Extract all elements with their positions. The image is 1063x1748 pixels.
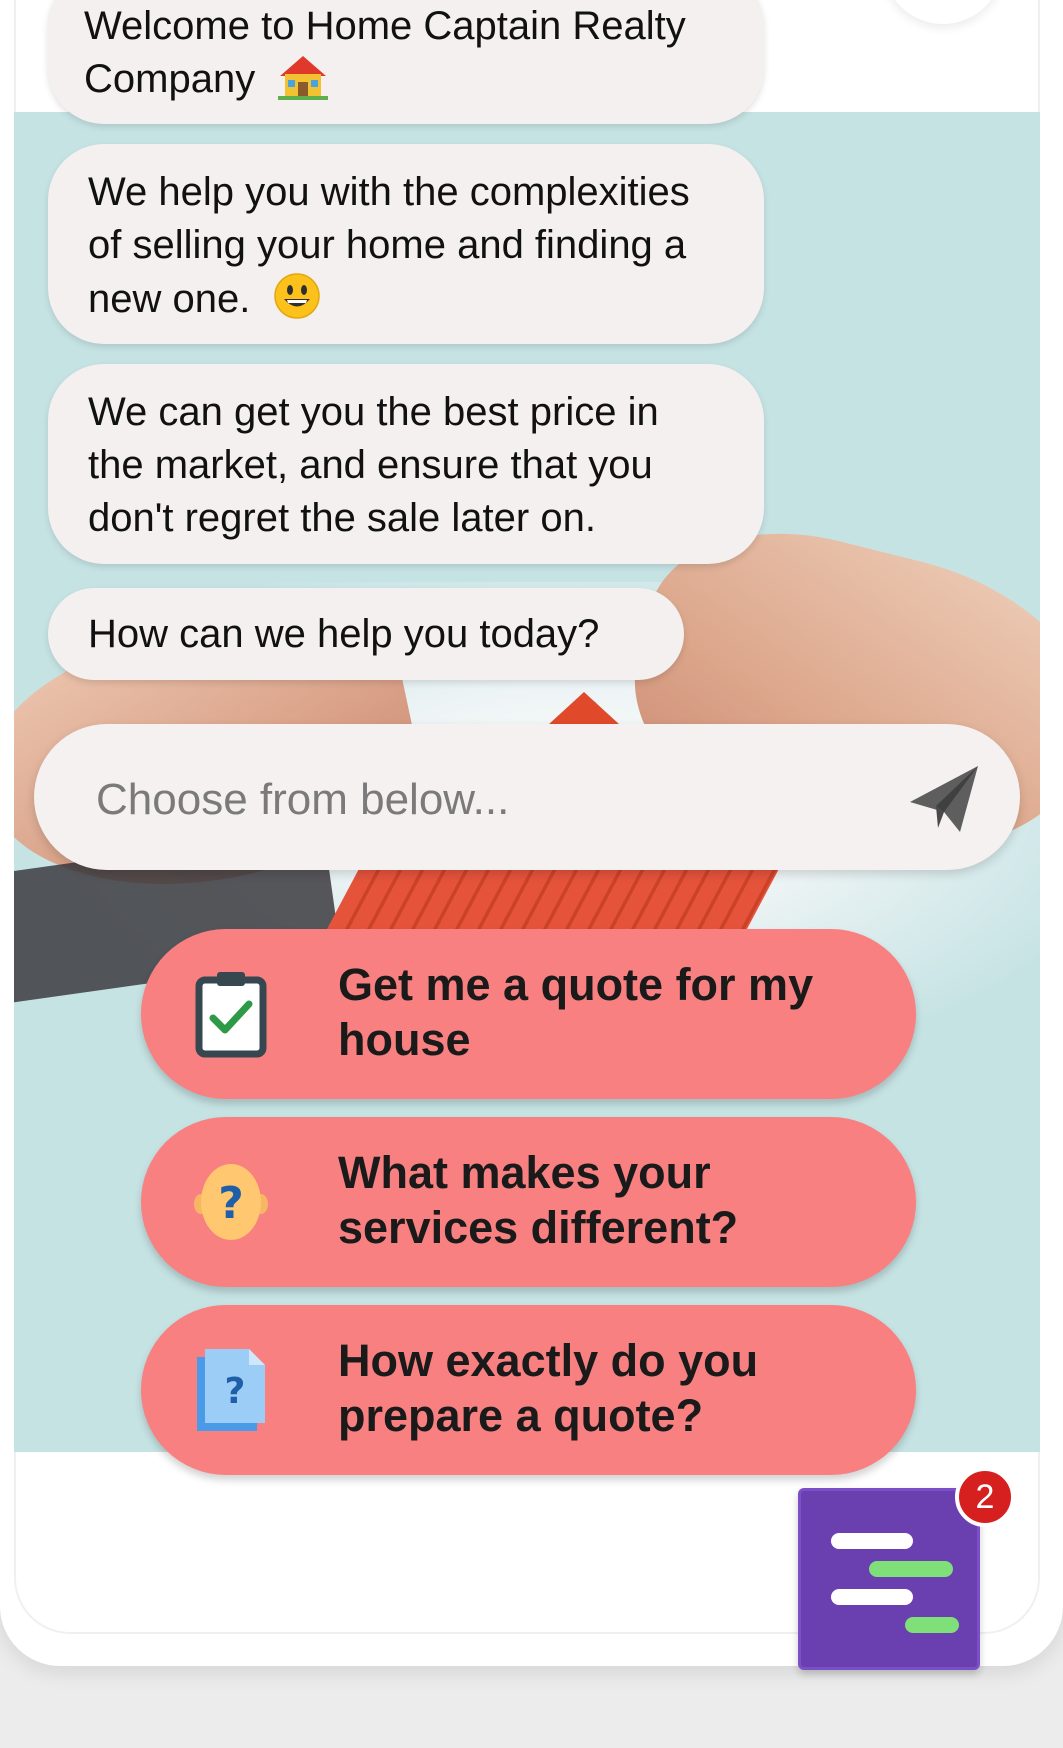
bot-message-help: We help you with the complexities of sel…: [48, 144, 764, 344]
quote-option-button[interactable]: Get me a quote for my house: [141, 929, 916, 1099]
paper-plane-icon: [910, 766, 978, 832]
svg-text:?: ?: [218, 1178, 244, 1229]
message-text: Welcome to Home Captain Realty Company: [84, 4, 686, 101]
services-different-option-button[interactable]: ? What makes your services different?: [141, 1117, 916, 1287]
send-button[interactable]: [904, 760, 984, 840]
house-emoji-icon: [278, 54, 329, 114]
option-label: What makes your services different?: [338, 1147, 739, 1253]
chat-launcher-button[interactable]: [798, 1488, 980, 1670]
launcher-line: [905, 1617, 959, 1633]
message-text: We help you with the complexities of sel…: [88, 170, 690, 321]
message-composer: [34, 724, 1020, 870]
document-question-icon: ?: [191, 1345, 271, 1435]
message-text: We can get you the best price in the mar…: [88, 390, 659, 540]
bot-message-price: We can get you the best price in the mar…: [48, 364, 764, 564]
question-head-icon: ?: [191, 1157, 271, 1247]
message-text: How can we help you today?: [88, 612, 600, 656]
launcher-line: [869, 1561, 953, 1577]
bot-message-question: How can we help you today?: [48, 588, 684, 680]
option-label: Get me a quote for my house: [338, 959, 814, 1065]
clipboard-check-icon: [191, 969, 271, 1059]
grinning-face-emoji-icon: [273, 272, 321, 334]
bot-message-welcome: Welcome to Home Captain Realty Company: [48, 0, 764, 124]
prepare-quote-option-button[interactable]: ? How exactly do you prepare a quote?: [141, 1305, 916, 1475]
launcher-line: [831, 1533, 913, 1549]
svg-text:?: ?: [225, 1371, 246, 1412]
option-label: How exactly do you prepare a quote?: [338, 1335, 759, 1441]
message-input[interactable]: [94, 764, 858, 836]
launcher-line: [831, 1589, 913, 1605]
notification-badge: 2: [955, 1467, 1015, 1527]
